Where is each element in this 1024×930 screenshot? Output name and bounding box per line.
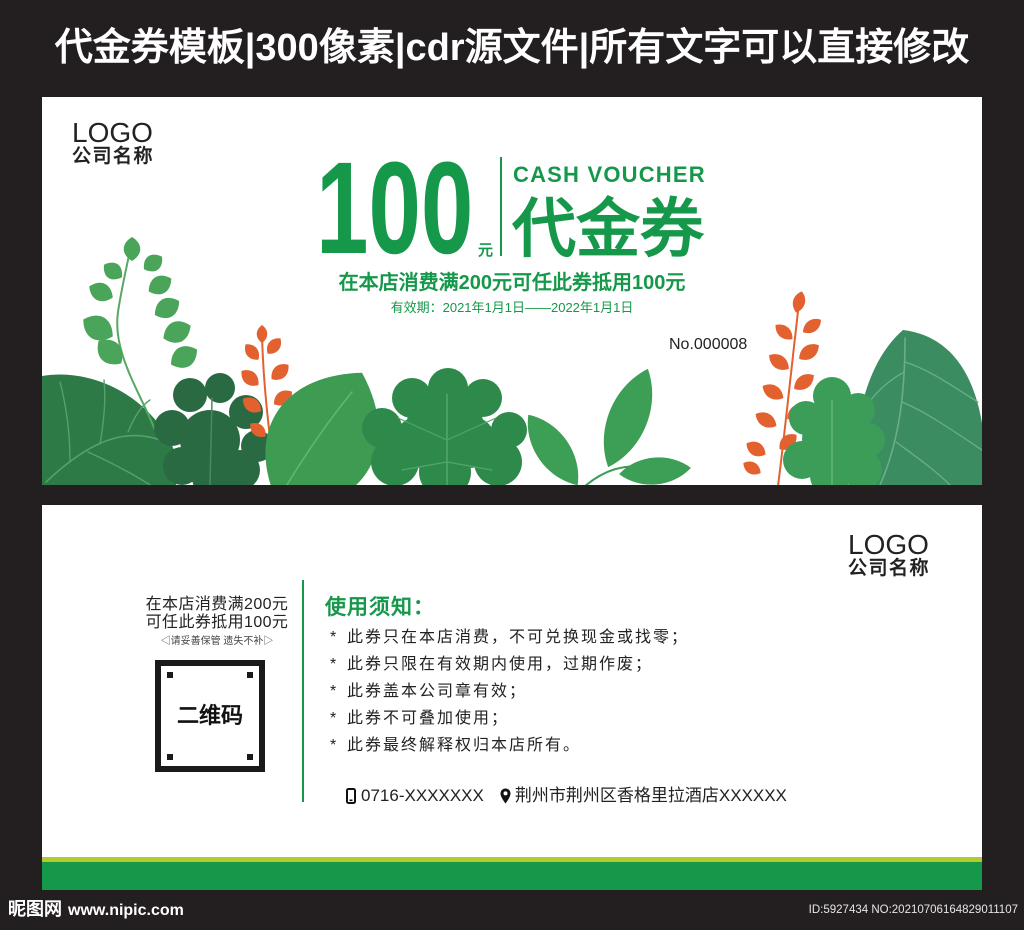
list-item: * 此券不可叠加使用； <box>330 705 689 732</box>
vine-leaf <box>163 321 191 343</box>
orange-sprig-leaf <box>802 318 822 334</box>
notice-text: 此券只在本店消费，不可兑换现金或找零； <box>347 629 690 646</box>
voucher-title: 代金券 <box>512 193 704 265</box>
notice-text: 此券不可叠加使用； <box>347 710 510 727</box>
usage-notice-list: * 此券只在本店消费，不可兑换现金或找零； * 此券只限在有效期内使用，过期作废； … <box>330 624 689 759</box>
orange-sprig-leaf <box>775 324 793 340</box>
footer-band <box>42 862 982 890</box>
bullet: * <box>330 683 337 700</box>
oak-leaf-lobe <box>173 378 207 412</box>
phone-number: 0716-XXXXXXX <box>361 786 484 805</box>
vine-leaf <box>171 346 197 368</box>
validity-period: 有效期：2021年1月1日——2022年1月1日 <box>390 300 634 315</box>
watermark-id: ID:5927434 NO:20210706164829011107 <box>808 904 1018 916</box>
orange-sprig-leaf <box>794 374 814 390</box>
oak-leaf-lobe <box>474 438 522 485</box>
company-name: 公司名称 <box>848 558 931 579</box>
orange-sprig-leaf <box>241 370 259 386</box>
keep-safe-note: ◁请妥善保管 遗失不补▷ <box>160 636 274 647</box>
offer-line-1: 在本店消费满200元 <box>145 596 289 613</box>
location-pin-icon <box>500 788 511 804</box>
usage-notice-title: 使用须知： <box>325 596 435 619</box>
orange-sprig-leaf <box>743 461 761 475</box>
orange-sprig-leaf <box>762 384 784 400</box>
oak-leaf-lobe <box>205 373 235 403</box>
voucher-template-canvas: 代金券模板|300像素|cdr源文件|所有文字可以直接修改 LOGO 公司名称 … <box>0 0 1024 930</box>
qr-code-label: 二维码 <box>176 703 243 728</box>
long-leaf <box>527 414 579 485</box>
voucher-back-card: LOGO 公司名称 在本店消费满200元 可任此券抵用100元 ◁请妥善保管 遗… <box>42 505 982 890</box>
phone-icon <box>346 788 356 804</box>
bullet: * <box>330 737 337 754</box>
cash-voucher-heading: CASH VOUCHER <box>513 162 706 187</box>
offer-text: 在本店消费满200元可任此券抵用100元 <box>338 272 686 294</box>
watermark-logo: 昵图网 www.nipic.com <box>8 900 184 919</box>
logo-text: LOGO <box>848 529 929 560</box>
notice-text: 此券只限在有效期内使用，过期作废； <box>347 656 654 673</box>
list-item: * 此券只在本店消费，不可兑换现金或找零； <box>330 624 689 651</box>
watermark-brand: 昵图网 <box>8 899 62 919</box>
orange-sprig-leaf <box>746 441 766 457</box>
title-divider <box>500 157 502 256</box>
orange-sprig-leaf <box>256 325 268 343</box>
list-item: * 此券盖本公司章有效； <box>330 678 689 705</box>
orange-sprig-leaf <box>244 344 260 360</box>
bullet: * <box>330 629 337 646</box>
template-banner-title: 代金券模板|300像素|cdr源文件|所有文字可以直接修改 <box>54 27 970 69</box>
voucher-front-card: LOGO 公司名称 100 元 CASH VOUCHER 代金券 在本店消费满2… <box>42 97 982 485</box>
column-divider <box>302 580 304 802</box>
orange-sprig-leaf <box>769 354 789 370</box>
bullet: * <box>330 710 337 727</box>
qr-code-placeholder: 二维码 <box>155 660 265 772</box>
long-leaf <box>619 457 691 485</box>
bullet: * <box>330 656 337 673</box>
logo-text: LOGO <box>72 117 153 148</box>
serial-number: No.000008 <box>669 336 748 353</box>
company-name: 公司名称 <box>72 146 155 167</box>
vine-leaf <box>123 237 141 261</box>
orange-sprig-leaf <box>271 364 289 380</box>
orange-sprig-leaf <box>755 412 777 428</box>
list-item: * 此券只限在有效期内使用，过期作废； <box>330 651 689 678</box>
orange-sprig-leaf <box>799 344 819 360</box>
watermark-url: www.nipic.com <box>68 902 184 919</box>
notice-text: 此券盖本公司章有效； <box>347 683 528 700</box>
list-item: * 此券最终解释权归本店所有。 <box>330 732 689 759</box>
offer-line-2: 可任此券抵用100元 <box>145 614 289 631</box>
address-text: 荆州市荆州区香格里拉酒店XXXXXX <box>514 786 787 805</box>
notice-text: 此券最终解释权归本店所有。 <box>347 737 582 754</box>
contact-row: 0716-XXXXXXX 荆州市荆州区香格里拉酒店XXXXXX <box>346 786 787 806</box>
amount-unit: 元 <box>478 242 494 259</box>
voucher-amount: 100 <box>316 134 474 281</box>
oak-leaf-lobe <box>371 438 419 485</box>
